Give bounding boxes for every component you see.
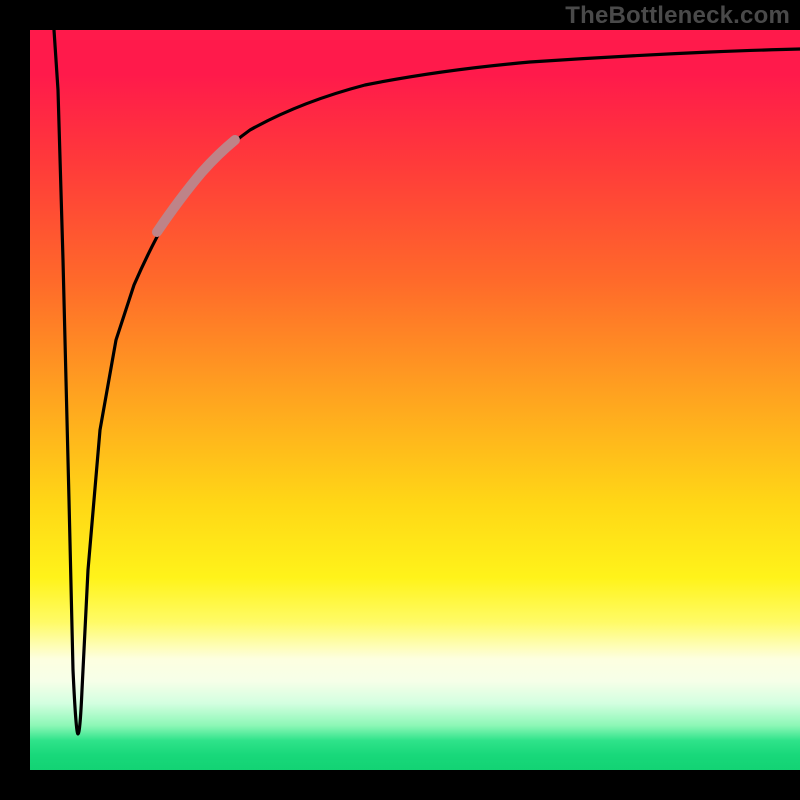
bottleneck-curve xyxy=(54,30,800,734)
chart-frame: TheBottleneck.com xyxy=(0,0,800,800)
curve-layer xyxy=(30,30,800,770)
watermark-text: TheBottleneck.com xyxy=(565,2,790,30)
curve-highlight-segment xyxy=(157,140,235,232)
bottom-frame xyxy=(0,770,800,800)
